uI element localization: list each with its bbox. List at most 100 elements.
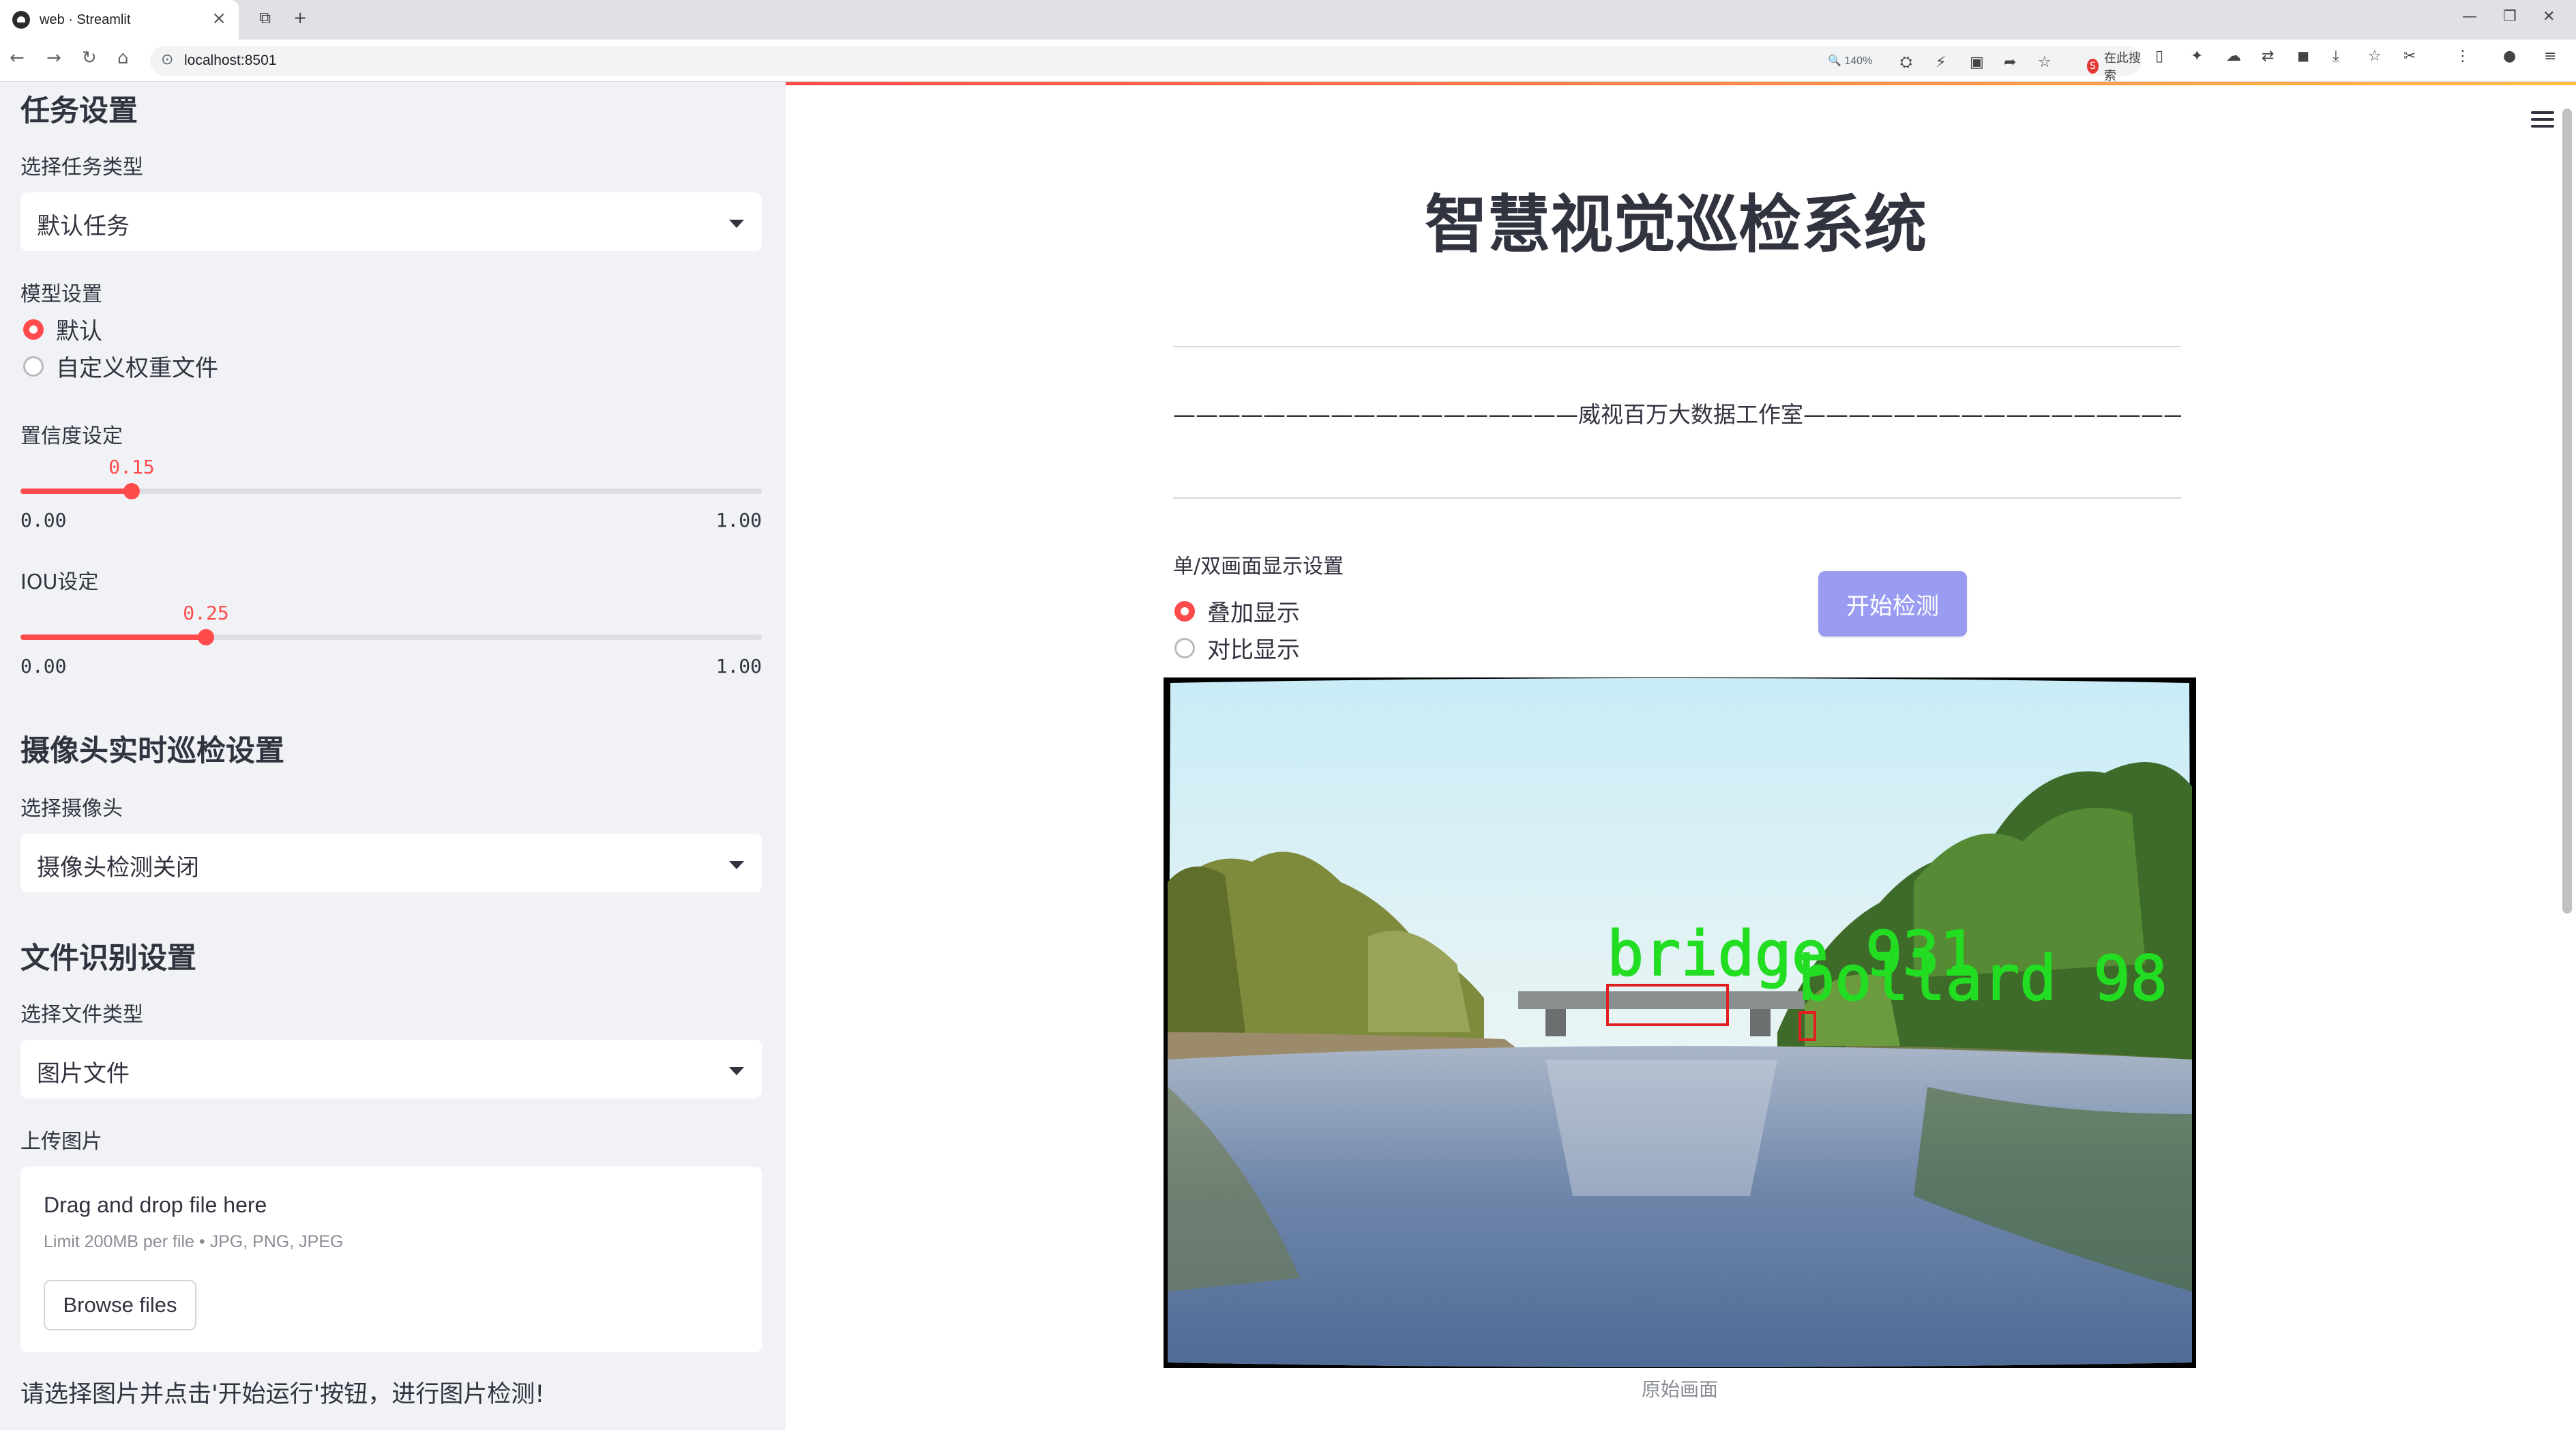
- streamlit-favicon-icon: [12, 11, 30, 29]
- display-radio-overlay[interactable]: 叠加显示: [1174, 594, 1300, 628]
- radio-checked-icon[interactable]: [23, 319, 44, 340]
- divider: [1173, 497, 2181, 499]
- slider-value: 0.25: [183, 602, 229, 624]
- display-mode-label: 单/双画面显示设置: [1173, 555, 1344, 579]
- search-engine-box[interactable]: S 在此搜索: [2087, 51, 2142, 83]
- share-icon[interactable]: ➦: [2004, 54, 2016, 71]
- camera-section-title: 摄像头实时巡检设置: [20, 734, 284, 768]
- home-icon[interactable]: ⌂: [117, 48, 129, 68]
- task-type-value: 默认任务: [37, 213, 130, 240]
- river-scene-image: bridge 931 bollard 98: [1164, 677, 2196, 1368]
- cut-icon[interactable]: ✂: [2403, 48, 2416, 65]
- search-engine-logo-icon: S: [2087, 59, 2099, 74]
- reading-mode-icon[interactable]: ▯: [2155, 48, 2163, 65]
- slider-max: 1.00: [715, 655, 762, 677]
- task-type-select[interactable]: 默认任务: [20, 192, 762, 251]
- chevron-down-icon: [729, 220, 744, 228]
- slider-thumb[interactable]: [123, 483, 140, 499]
- address-toolbar: ← → ↻ ⌂ ⊙ localhost:8501 🔍 140% ⛭ ⚡ ▣ ➦ …: [0, 40, 2576, 83]
- main-scrollbar[interactable]: [2562, 108, 2572, 914]
- main-content: 智慧视觉巡检系统 ——————————————————威视百万大数据工作室———…: [786, 82, 2576, 1430]
- search-placeholder: 在此搜索: [2103, 51, 2141, 83]
- profile-avatar-icon[interactable]: ●: [2503, 48, 2516, 65]
- file-type-value: 图片文件: [37, 1060, 130, 1088]
- upload-limit: Limit 200MB per file • JPG, PNG, JPEG: [44, 1232, 344, 1251]
- upload-label: 上传图片: [20, 1130, 102, 1154]
- streamlit-app: 任务设置 选择任务类型 默认任务 模型设置 默认 自定义权重文件 置信度设定 0…: [0, 82, 2576, 1430]
- browser-tab[interactable]: web · Streamlit ×: [0, 0, 239, 40]
- slider-max: 1.00: [715, 509, 762, 531]
- file-type-label: 选择文件类型: [20, 1003, 143, 1027]
- slider-min: 0.00: [20, 509, 67, 531]
- site-info-icon[interactable]: ⊙: [161, 51, 173, 68]
- bollard-detection-label: bollard 98: [1798, 943, 2167, 1015]
- browser-menu-icon[interactable]: ≡: [2544, 48, 2556, 65]
- sidebar: 任务设置 选择任务类型 默认任务 模型设置 默认 自定义权重文件 置信度设定 0…: [0, 82, 786, 1430]
- translate-icon[interactable]: ⛭: [1900, 54, 1912, 71]
- camera-select[interactable]: 摄像头检测关闭: [20, 834, 762, 892]
- divider: [1173, 346, 2181, 347]
- model-option-label: 自定义权重文件: [56, 355, 218, 382]
- url-text[interactable]: localhost:8501: [184, 53, 276, 69]
- task-type-label: 选择任务类型: [20, 156, 143, 179]
- display-radio-compare[interactable]: 对比显示: [1174, 631, 1300, 665]
- zoom-level[interactable]: 🔍 140%: [1828, 54, 1872, 68]
- iou-label: IOU设定: [20, 570, 99, 594]
- new-tab-button[interactable]: +: [293, 8, 307, 27]
- bookmark-star-icon[interactable]: ☆: [2038, 54, 2052, 71]
- model-radio-default[interactable]: 默认: [23, 312, 102, 346]
- slider-fill: [20, 488, 132, 494]
- extension-translate-icon[interactable]: ⇄: [2262, 48, 2274, 65]
- radio-unchecked-icon[interactable]: [1174, 637, 1195, 658]
- chevron-down-icon: [729, 861, 744, 869]
- camera-label: 选择摄像头: [20, 797, 123, 821]
- start-detection-button[interactable]: 开始检测: [1818, 571, 1967, 637]
- file-uploader-dropzone[interactable]: Drag and drop file here Limit 200MB per …: [20, 1167, 762, 1352]
- detection-result-image: bridge 931 bollard 98: [1164, 677, 2196, 1368]
- download-icon[interactable]: ⤓: [2333, 48, 2339, 65]
- display-option-label: 叠加显示: [1207, 600, 1300, 627]
- slider-value: 0.15: [108, 456, 155, 478]
- extension-cloud-icon[interactable]: ☁: [2226, 48, 2241, 65]
- chevron-down-icon: [729, 1067, 744, 1075]
- tab-title: web · Streamlit: [40, 12, 131, 27]
- slider-fill: [20, 634, 206, 640]
- lightning-icon[interactable]: ⚡: [1936, 54, 1946, 71]
- iou-slider[interactable]: 0.25 0.00 1.00: [20, 602, 762, 693]
- file-type-select[interactable]: 图片文件: [20, 1040, 762, 1098]
- favorites-icon[interactable]: ☆: [2368, 48, 2382, 65]
- page-title: 智慧视觉巡检系统: [1424, 188, 1927, 261]
- task-section-title: 任务设置: [20, 94, 138, 128]
- sidebar-note: 请选择图片并点击'开始运行'按钮，进行图片检测!: [20, 1381, 545, 1408]
- minimize-icon[interactable]: —: [2462, 8, 2477, 25]
- model-radio-custom[interactable]: 自定义权重文件: [23, 349, 218, 383]
- screenshot-icon[interactable]: ▣: [1970, 54, 1984, 71]
- address-bar[interactable]: ⊙ localhost:8501 🔍 140% ⛭ ⚡ ▣ ➦ ☆ S 在此搜索: [150, 46, 2142, 83]
- radio-unchecked-icon[interactable]: [23, 355, 44, 377]
- restore-icon[interactable]: ❐: [2503, 8, 2517, 25]
- browse-files-button[interactable]: Browse files: [44, 1280, 196, 1330]
- slider-track[interactable]: [20, 634, 762, 640]
- confidence-label: 置信度设定: [20, 424, 123, 448]
- file-section-title: 文件识别设置: [20, 942, 196, 976]
- browser-tab-strip: web · Streamlit × ⧉ + — ❐ ✕: [0, 0, 2576, 40]
- close-window-icon[interactable]: ✕: [2543, 8, 2555, 25]
- reload-icon[interactable]: ↻: [82, 48, 97, 68]
- display-option-label: 对比显示: [1207, 637, 1300, 664]
- page-subtitle: ——————————————————威视百万大数据工作室————————————…: [1173, 401, 2181, 428]
- tab-close-icon[interactable]: ×: [211, 8, 226, 29]
- forward-icon[interactable]: →: [46, 48, 61, 68]
- hamburger-menu-icon[interactable]: [2531, 111, 2554, 128]
- slider-thumb[interactable]: [198, 629, 214, 645]
- image-caption: 原始画面: [1641, 1378, 1718, 1401]
- extension-dark-icon[interactable]: ◼: [2297, 48, 2309, 65]
- more-menu-icon[interactable]: ⋮: [2455, 48, 2470, 65]
- radio-checked-icon[interactable]: [1174, 600, 1195, 622]
- extension-color-icon[interactable]: ✦: [2191, 48, 2203, 65]
- back-icon[interactable]: ←: [10, 48, 25, 68]
- model-option-label: 默认: [56, 318, 102, 345]
- confidence-slider[interactable]: 0.15 0.00 1.00: [20, 456, 762, 547]
- tab-search-icon[interactable]: ⧉: [259, 8, 271, 27]
- slider-min: 0.00: [20, 655, 67, 677]
- camera-value: 摄像头检测关闭: [37, 854, 199, 881]
